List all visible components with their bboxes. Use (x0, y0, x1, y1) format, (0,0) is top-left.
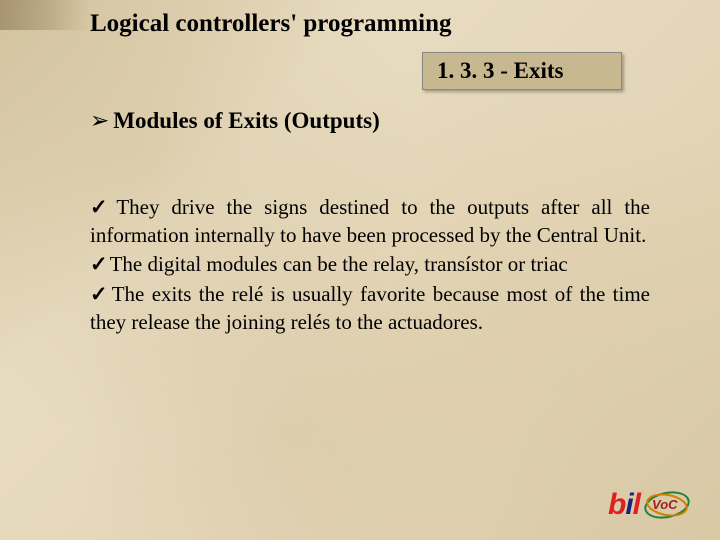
bullet-text-2: The digital modules can be the relay, tr… (110, 252, 568, 276)
section-badge: 1. 3. 3 - Exits (422, 52, 622, 90)
bullet-text-3: The exits the relé is usually favorite b… (90, 282, 650, 334)
logo-letter-b: b (608, 488, 625, 521)
page-title: Logical controllers' programming (90, 10, 680, 38)
logo-letter-l: l (633, 488, 640, 521)
logo-letter-i: i (625, 488, 632, 521)
voc-badge: VoC (644, 488, 690, 522)
bullet-item-1: They drive the signs destined to the out… (90, 194, 650, 249)
voc-text: VoC (652, 497, 678, 512)
subheader-text: Modules of Exits (Outputs) (113, 108, 379, 133)
bil-logo: bil (608, 488, 640, 522)
bullet-item-3: The exits the relé is usually favorite b… (90, 281, 650, 336)
bullet-item-2: The digital modules can be the relay, tr… (90, 251, 650, 279)
slide-content: Logical controllers' programming 1. 3. 3… (0, 0, 720, 540)
bullet-text-1: They drive the signs destined to the out… (90, 195, 650, 247)
subheader: Modules of Exits (Outputs) (90, 108, 680, 134)
logo-area: bil VoC (608, 488, 690, 522)
